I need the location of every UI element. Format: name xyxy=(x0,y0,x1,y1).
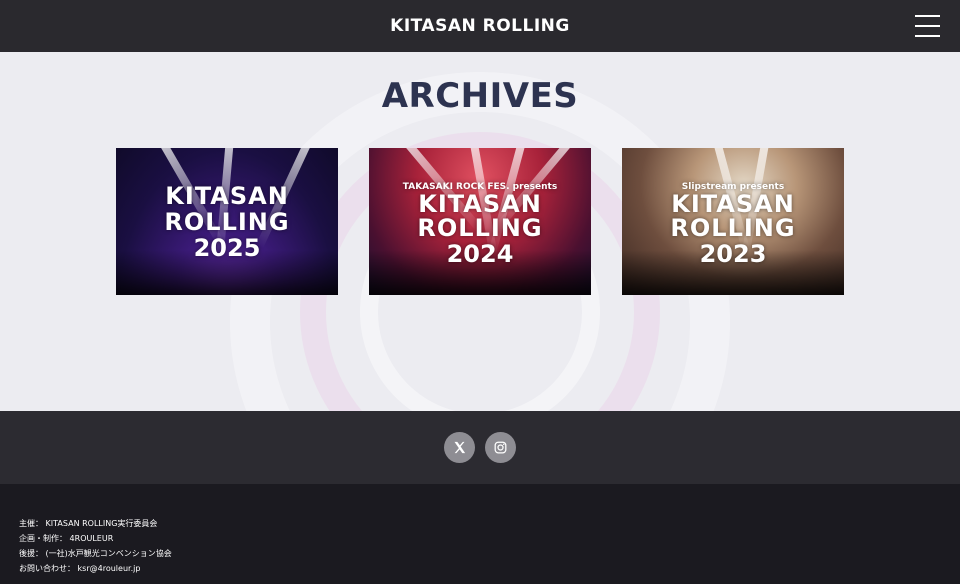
page-title: ARCHIVES xyxy=(381,76,579,116)
instagram-icon[interactable] xyxy=(485,432,516,463)
site-logo[interactable]: KITASAN ROLLING xyxy=(390,16,570,36)
credit-organizer: 主催： KITASAN ROLLING実行委員会 xyxy=(19,519,158,528)
archive-card-title-line2: ROLLING xyxy=(164,208,290,236)
credit-support: 後援： (一社)水戸観光コンベンション協会 xyxy=(19,549,172,558)
hamburger-menu-icon[interactable] xyxy=(915,15,940,37)
credit-contact: お問い合わせ： ksr@4rouleur.jp xyxy=(19,564,141,573)
footer-credits: 主催： KITASAN ROLLING実行委員会 企画・制作： 4ROULEUR… xyxy=(19,516,172,576)
archives-section: ARCHIVES KITASAN ROLLING 2025 TAKASAKI R… xyxy=(0,52,960,411)
archive-card-title-line1: KITASAN xyxy=(165,182,289,210)
archive-card-2023[interactable]: Slipstream presents KITASAN ROLLING 2023 xyxy=(622,148,844,295)
site-header: KITASAN ROLLING xyxy=(0,0,960,52)
archive-card-2024[interactable]: TAKASAKI ROCK FES. presents KITASAN ROLL… xyxy=(369,148,591,295)
contact-email-link[interactable]: ksr@4rouleur.jp xyxy=(78,564,141,573)
social-links xyxy=(0,411,960,484)
archive-card-year: 2023 xyxy=(699,240,767,268)
credit-production: 企画・制作： 4ROULEUR xyxy=(19,534,114,543)
site-footer: 主催： KITASAN ROLLING実行委員会 企画・制作： 4ROULEUR… xyxy=(0,484,960,584)
archive-card-title-line2: ROLLING xyxy=(417,214,543,242)
archive-card-year: 2025 xyxy=(193,234,261,262)
archive-card-2025[interactable]: KITASAN ROLLING 2025 xyxy=(116,148,338,295)
archive-card-year: 2024 xyxy=(446,240,514,268)
x-twitter-icon[interactable] xyxy=(444,432,475,463)
archive-card-title-line2: ROLLING xyxy=(670,214,796,242)
site-logo-text[interactable]: KITASAN ROLLING xyxy=(390,16,570,36)
